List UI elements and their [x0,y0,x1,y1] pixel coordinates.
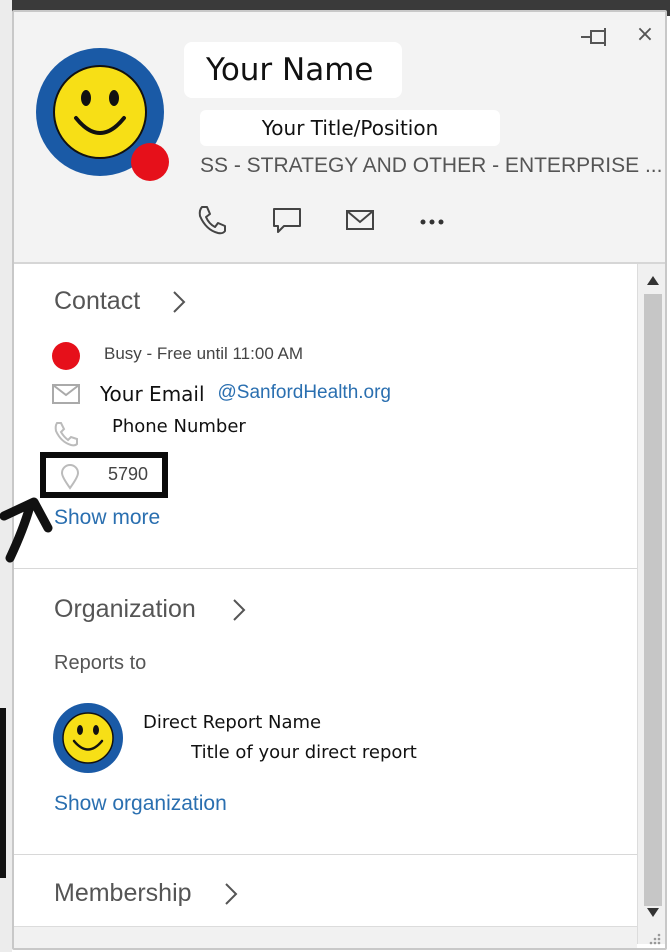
section-divider [14,568,637,569]
close-icon[interactable]: × [634,24,656,46]
scrollbar-thumb[interactable] [644,294,662,906]
more-icon[interactable] [414,202,450,238]
direct-report-title: Title of your direct report [134,736,474,770]
presence-indicator [131,143,169,181]
email-icon [52,384,80,404]
email-link[interactable]: s@SanfordHealth.org [208,382,391,404]
contact-card: × Your Name Your Title/Position SS - STR… [12,10,667,950]
profile-avatar [36,48,169,181]
annotation-arrow [0,497,53,563]
pin-icon[interactable] [579,26,613,48]
show-organization-link[interactable]: Show organization [54,792,227,816]
background-left-bar [0,708,6,878]
scroll-up-arrow-icon[interactable] [646,274,660,286]
location-icon [60,464,80,490]
phone-icon[interactable] [194,202,230,238]
direct-report-name[interactable]: Direct Report Name [134,708,338,738]
email-label: Your Email [92,376,218,412]
card-header: × Your Name Your Title/Position SS - STR… [14,12,665,264]
show-more-link[interactable]: Show more [54,506,160,530]
scroll-down-arrow-icon[interactable] [646,907,660,919]
chevron-right-icon[interactable] [172,290,186,314]
busy-status-icon [52,342,80,370]
profile-department: SS - STRATEGY AND OTHER - ENTERPRISE ... [200,154,663,177]
chat-icon[interactable] [269,202,305,238]
direct-report-avatar[interactable] [52,702,124,774]
mail-icon[interactable] [342,202,378,238]
phone-number: Phone Number [102,410,264,444]
presence-text: Busy - Free until 11:00 AM [104,344,304,363]
reports-to-label: Reports to [54,652,147,674]
organization-heading[interactable]: Organization [54,594,196,624]
membership-heading[interactable]: Membership [54,878,192,908]
profile-name: Your Name [184,42,402,98]
contact-heading[interactable]: Contact [54,286,140,316]
profile-title: Your Title/Position [200,110,500,146]
phone-number-icon [54,422,78,447]
chevron-right-icon[interactable] [232,598,246,622]
section-divider [14,854,637,855]
resize-grip-icon[interactable] [646,930,662,946]
chevron-right-icon[interactable] [224,882,238,906]
office-location: 5790 [108,464,149,484]
status-bar [14,926,637,948]
